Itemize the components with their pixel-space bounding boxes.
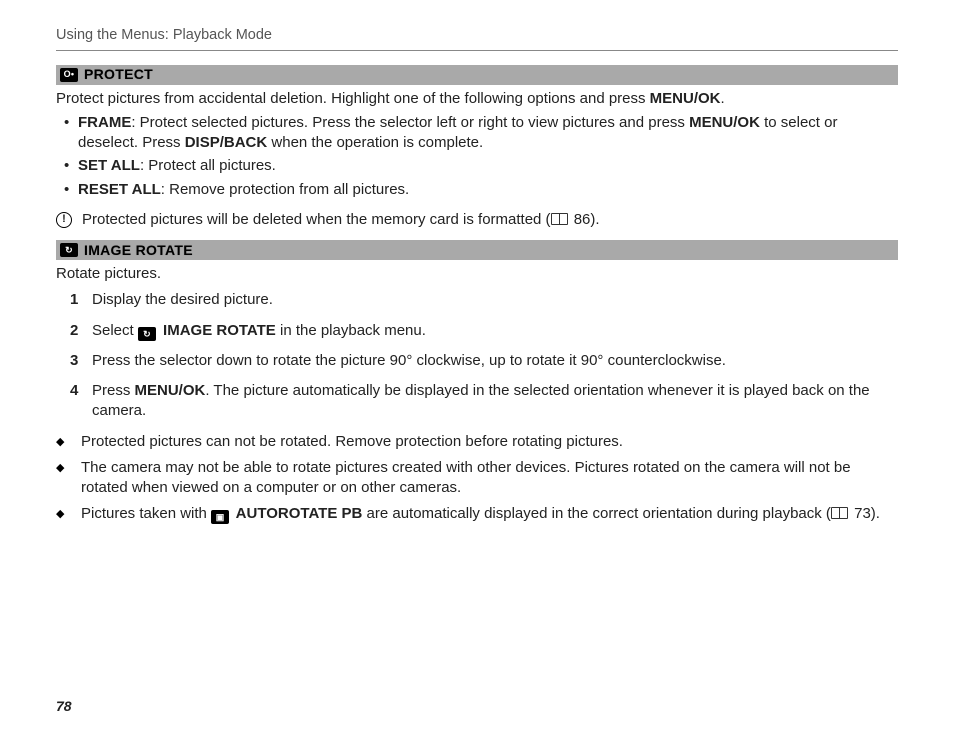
text: . The picture automatically be displayed…: [92, 382, 870, 419]
step-text: Display the desired picture.: [92, 290, 273, 310]
text: Pictures taken with: [81, 505, 211, 522]
menu-ok-label: MENU/OK: [135, 382, 206, 399]
page-content: Using the Menus: Playback Mode O• PROTEC…: [0, 0, 954, 525]
note-icon: [56, 432, 71, 450]
text: : Protect all pictures.: [140, 157, 276, 174]
page-ref-icon: [551, 213, 568, 225]
text: Press: [92, 382, 135, 399]
page-ref-number: 86).: [570, 211, 600, 228]
option-reset-all-text: RESET ALL: Remove protection from all pi…: [78, 180, 409, 200]
label-set-all: SET ALL: [78, 157, 140, 174]
text: are automatically displayed in the corre…: [362, 505, 831, 522]
step-number: 2: [70, 321, 84, 341]
step-4: 4 Press MENU/OK. The picture automatical…: [70, 381, 898, 422]
bullet-dot: •: [64, 180, 72, 200]
text: : Protect selected pictures. Press the s…: [131, 114, 689, 131]
option-frame-text: FRAME: Protect selected pictures. Press …: [78, 113, 898, 154]
step-2: 2 Select ↻ IMAGE ROTATE in the playback …: [70, 321, 898, 341]
option-set-all-text: SET ALL: Protect all pictures.: [78, 156, 276, 176]
note-2: The camera may not be able to rotate pic…: [56, 458, 898, 499]
bullet-dot: •: [64, 156, 72, 176]
note-text: Pictures taken with ▣ AUTOROTATE PB are …: [81, 504, 880, 524]
text: .: [721, 90, 725, 107]
section-title-image-rotate: IMAGE ROTATE: [84, 241, 193, 260]
page-ref-icon: [831, 507, 848, 519]
protect-intro: Protect pictures from accidental deletio…: [56, 89, 898, 109]
step-1: 1 Display the desired picture.: [70, 290, 898, 310]
autorotate-pb-label: AUTOROTATE PB: [232, 505, 362, 522]
text: Select: [92, 322, 138, 339]
step-text: Select ↻ IMAGE ROTATE in the playback me…: [92, 321, 426, 341]
note-3: Pictures taken with ▣ AUTOROTATE PB are …: [56, 504, 898, 524]
note-text: Protected pictures can not be rotated. R…: [81, 432, 623, 452]
running-head: Using the Menus: Playback Mode: [56, 26, 898, 46]
protect-caution: Protected pictures will be deleted when …: [56, 210, 898, 230]
text: : Remove protection from all pictures.: [161, 181, 409, 198]
text: Protect pictures from accidental deletio…: [56, 90, 650, 107]
rotate-intro: Rotate pictures.: [56, 264, 898, 284]
protect-icon: O•: [60, 68, 78, 82]
step-text: Press MENU/OK. The picture automatically…: [92, 381, 898, 422]
rotate-menu-icon: ↻: [138, 327, 156, 341]
step-number: 1: [70, 290, 84, 310]
rotate-steps: 1 Display the desired picture. 2 Select …: [70, 290, 898, 421]
rotate-notes: Protected pictures can not be rotated. R…: [56, 432, 898, 525]
note-icon: [56, 504, 71, 522]
step-3: 3 Press the selector down to rotate the …: [70, 351, 898, 371]
bullet-dot: •: [64, 113, 72, 154]
option-reset-all: • RESET ALL: Remove protection from all …: [64, 180, 898, 200]
page-number: 78: [56, 697, 72, 716]
page-ref-number: 73).: [850, 505, 880, 522]
step-text: Press the selector down to rotate the pi…: [92, 351, 726, 371]
caution-text: Protected pictures will be deleted when …: [82, 210, 600, 230]
text: when the operation is complete.: [267, 134, 483, 151]
note-1: Protected pictures can not be rotated. R…: [56, 432, 898, 452]
header-rule: [56, 50, 898, 51]
note-icon: [56, 458, 71, 476]
menu-ok-label: MENU/OK: [689, 114, 760, 131]
image-rotate-label: IMAGE ROTATE: [159, 322, 276, 339]
text: in the playback menu.: [276, 322, 426, 339]
autorotate-icon: ▣: [211, 510, 229, 524]
option-frame: • FRAME: Protect selected pictures. Pres…: [64, 113, 898, 154]
note-text: The camera may not be able to rotate pic…: [81, 458, 898, 499]
section-bar-protect: O• PROTECT: [56, 65, 898, 85]
label-reset-all: RESET ALL: [78, 181, 161, 198]
disp-back-label: DISP/BACK: [185, 134, 268, 151]
section-title-protect: PROTECT: [84, 65, 153, 84]
menu-ok-label: MENU/OK: [650, 90, 721, 107]
section-bar-image-rotate: ↻ IMAGE ROTATE: [56, 240, 898, 260]
option-set-all: • SET ALL: Protect all pictures.: [64, 156, 898, 176]
text: Protected pictures will be deleted when …: [82, 211, 551, 228]
caution-icon: [56, 212, 72, 228]
step-number: 4: [70, 381, 84, 401]
label-frame: FRAME: [78, 114, 131, 131]
rotate-icon: ↻: [60, 243, 78, 257]
protect-options-list: • FRAME: Protect selected pictures. Pres…: [56, 113, 898, 200]
step-number: 3: [70, 351, 84, 371]
